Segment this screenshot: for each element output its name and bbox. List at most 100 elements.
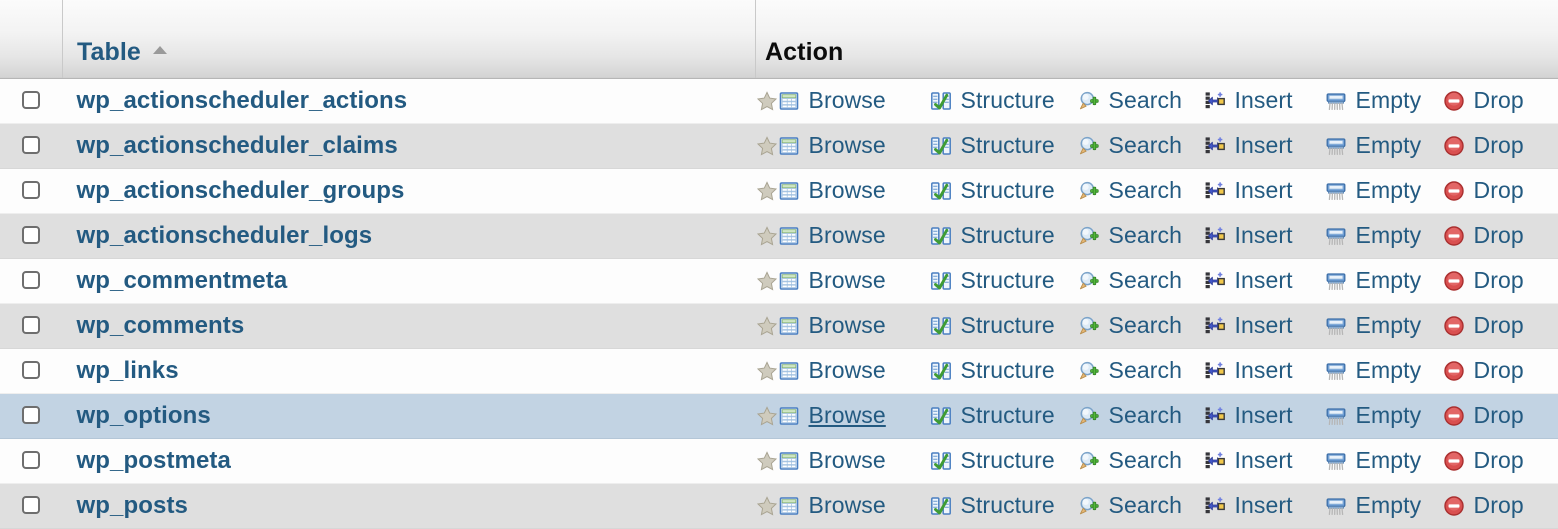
empty-action-link[interactable]: Empty [1325, 312, 1443, 339]
favorite-action-link[interactable] [756, 360, 778, 382]
insert-action-link[interactable]: Insert [1204, 357, 1325, 384]
table-row[interactable]: wp_links Browse Structure Search [0, 348, 1558, 393]
row-checkbox[interactable] [22, 316, 40, 334]
browse-action-link[interactable]: Browse [778, 402, 930, 429]
favorite-action-link[interactable] [756, 225, 778, 247]
favorite-action-link[interactable] [756, 450, 778, 472]
empty-action-link[interactable]: Empty [1325, 492, 1443, 519]
drop-action-link[interactable]: Drop [1443, 87, 1533, 114]
structure-action-link[interactable]: Structure [930, 447, 1078, 474]
insert-action-link[interactable]: Insert [1204, 222, 1325, 249]
table-row[interactable]: wp_comments Browse Structure Search [0, 303, 1558, 348]
table-name-link[interactable]: wp_posts [77, 492, 188, 519]
structure-action-link[interactable]: Structure [930, 177, 1078, 204]
empty-action-link[interactable]: Empty [1325, 267, 1443, 294]
structure-action-link[interactable]: Structure [930, 267, 1078, 294]
row-checkbox[interactable] [22, 451, 40, 469]
favorite-action-link[interactable] [756, 405, 778, 427]
table-row[interactable]: wp_actionscheduler_logs Browse Structure… [0, 213, 1558, 258]
browse-action-link[interactable]: Browse [778, 312, 930, 339]
structure-action-link[interactable]: Structure [930, 222, 1078, 249]
table-row[interactable]: wp_actionscheduler_claims Browse Structu… [0, 123, 1558, 168]
insert-action-link[interactable]: Insert [1204, 402, 1325, 429]
empty-action-link[interactable]: Empty [1325, 87, 1443, 114]
structure-action-link[interactable]: Structure [930, 312, 1078, 339]
empty-action-link[interactable]: Empty [1325, 357, 1443, 384]
empty-action-link[interactable]: Empty [1325, 177, 1443, 204]
row-checkbox[interactable] [22, 226, 40, 244]
browse-action-link[interactable]: Browse [778, 132, 930, 159]
browse-action-link[interactable]: Browse [778, 357, 930, 384]
drop-action-link[interactable]: Drop [1443, 312, 1533, 339]
search-action-link[interactable]: Search [1078, 87, 1204, 114]
drop-action-link[interactable]: Drop [1443, 402, 1533, 429]
favorite-action-link[interactable] [756, 270, 778, 292]
search-action-link[interactable]: Search [1078, 177, 1204, 204]
structure-action-link[interactable]: Structure [930, 492, 1078, 519]
row-checkbox[interactable] [22, 406, 40, 424]
empty-action-link[interactable]: Empty [1325, 132, 1443, 159]
drop-action-link[interactable]: Drop [1443, 492, 1533, 519]
insert-action-link[interactable]: Insert [1204, 492, 1325, 519]
row-checkbox[interactable] [22, 496, 40, 514]
table-name-link[interactable]: wp_comments [77, 312, 245, 339]
insert-action-link[interactable]: Insert [1204, 132, 1325, 159]
row-checkbox[interactable] [22, 181, 40, 199]
row-checkbox[interactable] [22, 361, 40, 379]
table-name-link[interactable]: wp_options [77, 402, 211, 429]
browse-action-link[interactable]: Browse [778, 267, 930, 294]
empty-action-link[interactable]: Empty [1325, 222, 1443, 249]
search-action-link[interactable]: Search [1078, 132, 1204, 159]
search-action-link[interactable]: Search [1078, 267, 1204, 294]
table-name-link[interactable]: wp_links [77, 357, 179, 384]
table-row[interactable]: wp_actionscheduler_groups Browse Structu… [0, 168, 1558, 213]
favorite-action-link[interactable] [756, 135, 778, 157]
table-row[interactable]: wp_postmeta Browse Structure Search [0, 438, 1558, 483]
structure-action-link[interactable]: Structure [930, 402, 1078, 429]
favorite-action-link[interactable] [756, 315, 778, 337]
insert-action-link[interactable]: Insert [1204, 447, 1325, 474]
empty-action-link[interactable]: Empty [1325, 402, 1443, 429]
drop-action-link[interactable]: Drop [1443, 177, 1533, 204]
browse-action-link[interactable]: Browse [778, 447, 930, 474]
drop-action-link[interactable]: Drop [1443, 447, 1533, 474]
search-action-link[interactable]: Search [1078, 357, 1204, 384]
browse-action-link[interactable]: Browse [778, 222, 930, 249]
table-name-link[interactable]: wp_actionscheduler_actions [77, 87, 408, 114]
search-action-link[interactable]: Search [1078, 447, 1204, 474]
insert-action-link[interactable]: Insert [1204, 312, 1325, 339]
row-checkbox[interactable] [22, 136, 40, 154]
table-row[interactable]: wp_posts Browse Structure Search [0, 483, 1558, 528]
structure-action-link[interactable]: Structure [930, 132, 1078, 159]
table-row[interactable]: wp_actionscheduler_actions Browse Struct… [0, 78, 1558, 123]
favorite-action-link[interactable] [756, 90, 778, 112]
insert-action-link[interactable]: Insert [1204, 267, 1325, 294]
table-row[interactable]: wp_commentmeta Browse Structure Search [0, 258, 1558, 303]
drop-action-link[interactable]: Drop [1443, 132, 1533, 159]
empty-action-link[interactable]: Empty [1325, 447, 1443, 474]
structure-action-link[interactable]: Structure [930, 357, 1078, 384]
favorite-action-link[interactable] [756, 495, 778, 517]
browse-action-link[interactable]: Browse [778, 87, 930, 114]
table-name-link[interactable]: wp_commentmeta [77, 267, 288, 294]
drop-action-link[interactable]: Drop [1443, 222, 1533, 249]
drop-action-link[interactable]: Drop [1443, 267, 1533, 294]
search-action-link[interactable]: Search [1078, 222, 1204, 249]
structure-action-link[interactable]: Structure [930, 87, 1078, 114]
row-checkbox[interactable] [22, 91, 40, 109]
search-action-link[interactable]: Search [1078, 402, 1204, 429]
table-name-link[interactable]: wp_actionscheduler_claims [77, 132, 398, 159]
drop-action-link[interactable]: Drop [1443, 357, 1533, 384]
search-action-link[interactable]: Search [1078, 312, 1204, 339]
table-name-link[interactable]: wp_actionscheduler_groups [77, 177, 405, 204]
table-name-link[interactable]: wp_actionscheduler_logs [77, 222, 373, 249]
sort-by-table-link[interactable]: Table [77, 38, 141, 66]
insert-action-link[interactable]: Insert [1204, 87, 1325, 114]
favorite-action-link[interactable] [756, 180, 778, 202]
search-action-link[interactable]: Search [1078, 492, 1204, 519]
browse-action-link[interactable]: Browse [778, 177, 930, 204]
table-row[interactable]: wp_options Browse Structure Search [0, 393, 1558, 438]
row-checkbox[interactable] [22, 271, 40, 289]
browse-action-link[interactable]: Browse [778, 492, 930, 519]
insert-action-link[interactable]: Insert [1204, 177, 1325, 204]
